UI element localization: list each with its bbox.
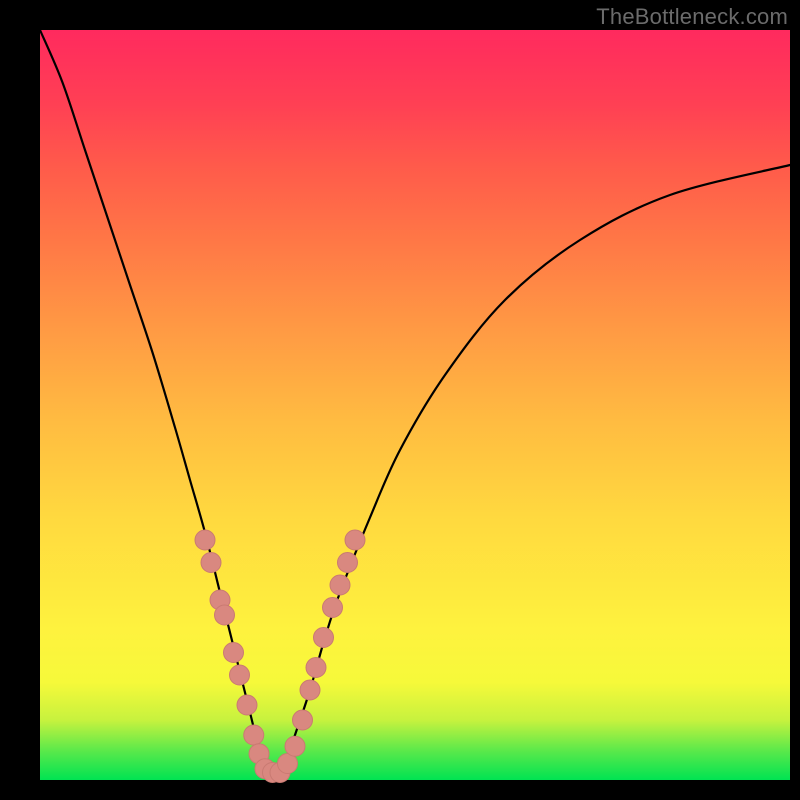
curve-marker — [201, 553, 221, 573]
curve-marker — [306, 658, 326, 678]
curve-marker — [330, 575, 350, 595]
curve-marker — [224, 643, 244, 663]
curve-marker — [195, 530, 215, 550]
curve-marker — [244, 725, 264, 745]
bottleneck-curve — [40, 30, 790, 774]
curve-marker — [323, 598, 343, 618]
curve-marker — [314, 628, 334, 648]
curve-marker — [345, 530, 365, 550]
curve-marker — [215, 605, 235, 625]
curve-marker — [285, 736, 305, 756]
bottleneck-curve-svg — [40, 30, 790, 780]
curve-marker — [300, 680, 320, 700]
curve-markers — [195, 530, 365, 783]
curve-marker — [338, 553, 358, 573]
plot-area — [40, 30, 790, 780]
curve-marker — [230, 665, 250, 685]
watermark-text: TheBottleneck.com — [596, 4, 788, 30]
curve-marker — [293, 710, 313, 730]
chart-frame: TheBottleneck.com — [0, 0, 800, 800]
curve-marker — [237, 695, 257, 715]
